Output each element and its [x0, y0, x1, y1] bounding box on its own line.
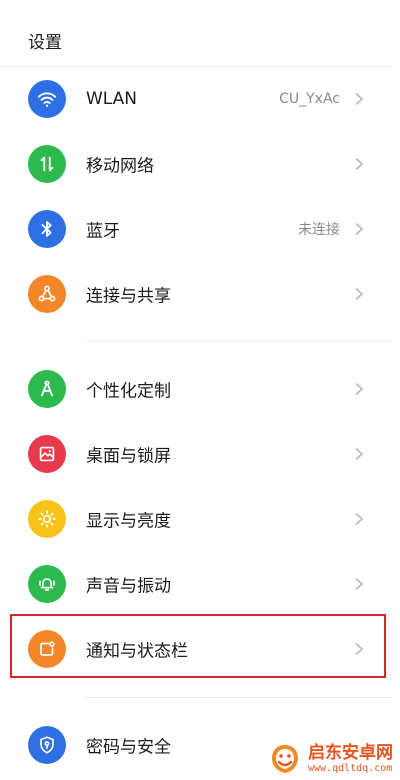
chevron-right-icon	[355, 222, 364, 236]
share-icon	[28, 275, 66, 313]
watermark-url: www.qdltdq.com	[308, 762, 393, 774]
settings-item-display-brightness[interactable]: 显示与亮度	[0, 486, 392, 552]
settings-item-label: 密码与安全	[86, 737, 171, 758]
chevron-right-icon	[355, 287, 364, 301]
bell-icon	[28, 565, 66, 603]
watermark-logo-icon	[272, 745, 298, 773]
notification-icon	[28, 630, 66, 668]
chevron-right-icon	[355, 92, 364, 106]
watermark: 启东安卓网 www.qdltdq.com	[268, 738, 400, 780]
settings-item-wlan[interactable]: WLAN CU_YxAc	[0, 66, 392, 132]
wifi-icon	[28, 80, 66, 118]
section-divider	[86, 340, 392, 341]
chevron-right-icon	[355, 577, 364, 591]
settings-item-mobile-network[interactable]: 移动网络	[0, 131, 392, 197]
settings-item-label: WLAN	[86, 89, 138, 109]
settings-item-home-lock-screen[interactable]: 桌面与锁屏	[0, 421, 392, 487]
wallpaper-icon	[28, 435, 66, 473]
watermark-name: 启东安卓网	[308, 743, 393, 764]
settings-item-label: 显示与亮度	[86, 511, 171, 532]
mobile-data-icon	[28, 145, 66, 183]
personalize-icon	[28, 370, 66, 408]
bluetooth-icon	[28, 210, 66, 248]
settings-item-sound-vibration[interactable]: 声音与振动	[0, 551, 392, 617]
settings-item-label: 通知与状态栏	[86, 641, 188, 662]
settings-item-notifications-status-bar[interactable]: 通知与状态栏	[0, 616, 392, 682]
settings-item-label: 个性化定制	[86, 381, 171, 402]
section-divider	[86, 697, 392, 698]
chevron-right-icon	[355, 642, 364, 656]
settings-screen: 设置 WLAN CU_YxAc 移动网络 蓝牙 未连接 连接与共享 个性化定制 …	[0, 0, 400, 780]
wlan-network-name: CU_YxAc	[279, 91, 340, 107]
settings-item-bluetooth[interactable]: 蓝牙 未连接	[0, 196, 392, 262]
settings-item-personalization[interactable]: 个性化定制	[0, 356, 392, 422]
page-title: 设置	[28, 33, 62, 53]
bluetooth-status: 未连接	[298, 222, 340, 238]
settings-item-label: 桌面与锁屏	[86, 446, 171, 467]
chevron-right-icon	[355, 157, 364, 171]
settings-item-connection-sharing[interactable]: 连接与共享	[0, 261, 392, 327]
settings-item-label: 蓝牙	[86, 221, 120, 242]
brightness-icon	[28, 500, 66, 538]
shield-icon	[28, 726, 66, 764]
chevron-right-icon	[355, 512, 364, 526]
settings-item-label: 连接与共享	[86, 286, 171, 307]
chevron-right-icon	[355, 447, 364, 461]
settings-item-label: 移动网络	[86, 156, 154, 177]
chevron-right-icon	[355, 382, 364, 396]
settings-item-label: 声音与振动	[86, 576, 171, 597]
